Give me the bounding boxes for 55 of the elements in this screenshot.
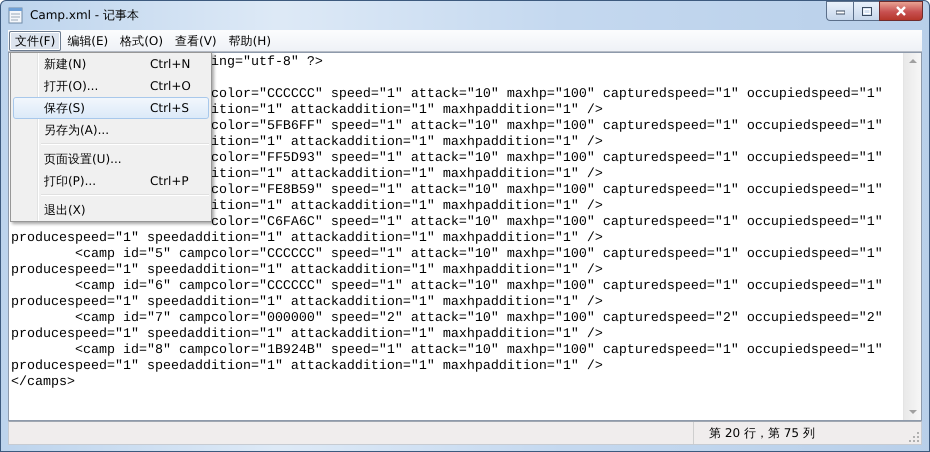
text-line: ition="1" attackaddition="1" maxhpaddition="1" /> bbox=[210, 199, 603, 215]
menu-item[interactable]: 退出(X) bbox=[13, 199, 209, 221]
close-icon bbox=[896, 6, 906, 16]
text-line: <camp id="7" campcolor="000000" speed="2" attack="10" maxhp="100" capturedspeed="2" occupiedspeed="2" bbox=[74, 311, 883, 327]
text-line: producespeed="1" speedaddition="1" attackaddition="1" maxhpaddition="1" /> bbox=[11, 231, 603, 247]
text-line: ing="utf-8" ?> bbox=[210, 55, 323, 71]
minimize-button[interactable] bbox=[826, 1, 853, 21]
text-line: <camp id="6" campcolor="CCCCCC" speed="1" attack="10" maxhp="100" capturedspeed="1" occupiedspeed="1" bbox=[74, 279, 883, 295]
text-line: color="FF5D93" speed="1" attack="10" maxhp="100" capturedspeed="1" occupiedspeed="1" bbox=[210, 151, 883, 167]
text-line: color="CCCCCC" speed="1" attack="10" maxhp="100" capturedspeed="1" occupiedspeed="1" bbox=[210, 87, 883, 103]
menu-item[interactable]: 编辑(E) bbox=[61, 30, 114, 50]
menu-item[interactable]: 文件(F) bbox=[9, 30, 62, 50]
text-line: color="C6FA6C" speed="1" attack="10" maxhp="100" capturedspeed="1" occupiedspeed="1" bbox=[210, 215, 883, 231]
menu-label: 保存(S) bbox=[44, 100, 86, 116]
text-line: ition="1" attackaddition="1" maxhpaddition="1" /> bbox=[210, 135, 603, 151]
close-button[interactable] bbox=[879, 1, 923, 21]
menu-item[interactable]: 帮助(H) bbox=[222, 30, 277, 50]
shortcut-label: Ctrl+S bbox=[150, 101, 190, 115]
menu-item[interactable]: 另存为(A)... bbox=[13, 119, 209, 141]
menu-item[interactable]: 查看(V) bbox=[169, 30, 223, 50]
menu-item[interactable]: 保存(S) Ctrl+S bbox=[13, 97, 209, 119]
up-arrow-icon bbox=[908, 59, 916, 63]
maximize-button[interactable] bbox=[853, 1, 879, 21]
text-line: </camps> bbox=[11, 375, 75, 391]
shortcut-label: Ctrl+P bbox=[150, 174, 190, 188]
shortcut-label: Ctrl+N bbox=[150, 57, 192, 71]
text-line: <camp id="5" campcolor="CCCCCC" speed="1" attack="10" maxhp="100" capturedspeed="1" occupiedspeed="1" bbox=[74, 247, 883, 263]
menu-label: 退出(X) bbox=[44, 202, 87, 218]
menu-label: 另存为(A)... bbox=[44, 122, 110, 138]
menu-item[interactable]: 打印(P)... Ctrl+P bbox=[13, 170, 209, 192]
notepad-icon bbox=[8, 7, 24, 24]
down-arrow-icon bbox=[908, 410, 916, 414]
menu-label: 页面设置(U)... bbox=[44, 150, 123, 168]
text-line: producespeed="1" speedaddition="1" attackaddition="1" maxhpaddition="1" /> bbox=[11, 263, 603, 279]
maximize-icon bbox=[862, 6, 872, 16]
window-title: Camp.xml - 记事本 bbox=[30, 7, 139, 24]
menu-item[interactable]: 页面设置(U)... bbox=[13, 148, 209, 170]
text-line: ition="1" attackaddition="1" maxhpaddition="1" /> bbox=[210, 103, 603, 119]
resize-grip-icon bbox=[909, 432, 919, 442]
shortcut-label: Ctrl+O bbox=[150, 79, 192, 93]
menu-label: 打印(P)... bbox=[44, 172, 98, 190]
menu-label: 新建(N) bbox=[44, 56, 88, 72]
text-line: producespeed="1" speedaddition="1" attackaddition="1" maxhpaddition="1" /> bbox=[11, 327, 603, 343]
text-line: color="FE8B59" speed="1" attack="10" maxhp="100" capturedspeed="1" occupiedspeed="1" bbox=[210, 183, 883, 199]
text-line: producespeed="1" speedaddition="1" attackaddition="1" maxhpaddition="1" /> bbox=[11, 295, 603, 311]
text-line: producespeed="1" speedaddition="1" attackaddition="1" maxhpaddition="1" /> bbox=[11, 359, 603, 375]
text-line: ition="1" attackaddition="1" maxhpaddition="1" /> bbox=[210, 167, 603, 183]
menu-item[interactable]: 格式(O) bbox=[114, 30, 170, 50]
text-line: color="5FB6FF" speed="1" attack="10" maxhp="100" capturedspeed="1" occupiedspeed="1" bbox=[210, 119, 883, 135]
menu-label: 打开(O)... bbox=[44, 78, 100, 94]
menu-item[interactable]: 新建(N) Ctrl+N bbox=[13, 53, 209, 75]
vertical-scrollbar[interactable] bbox=[903, 53, 921, 420]
text-line: <camp id="8" campcolor="1B924B" speed="1" attack="10" maxhp="100" capturedspeed="1" occupiedspeed="1" bbox=[74, 343, 883, 359]
menu-item[interactable]: 打开(O)... Ctrl+O bbox=[13, 75, 209, 97]
cursor-position: 第 20 行，第 75 列 bbox=[708, 424, 816, 442]
